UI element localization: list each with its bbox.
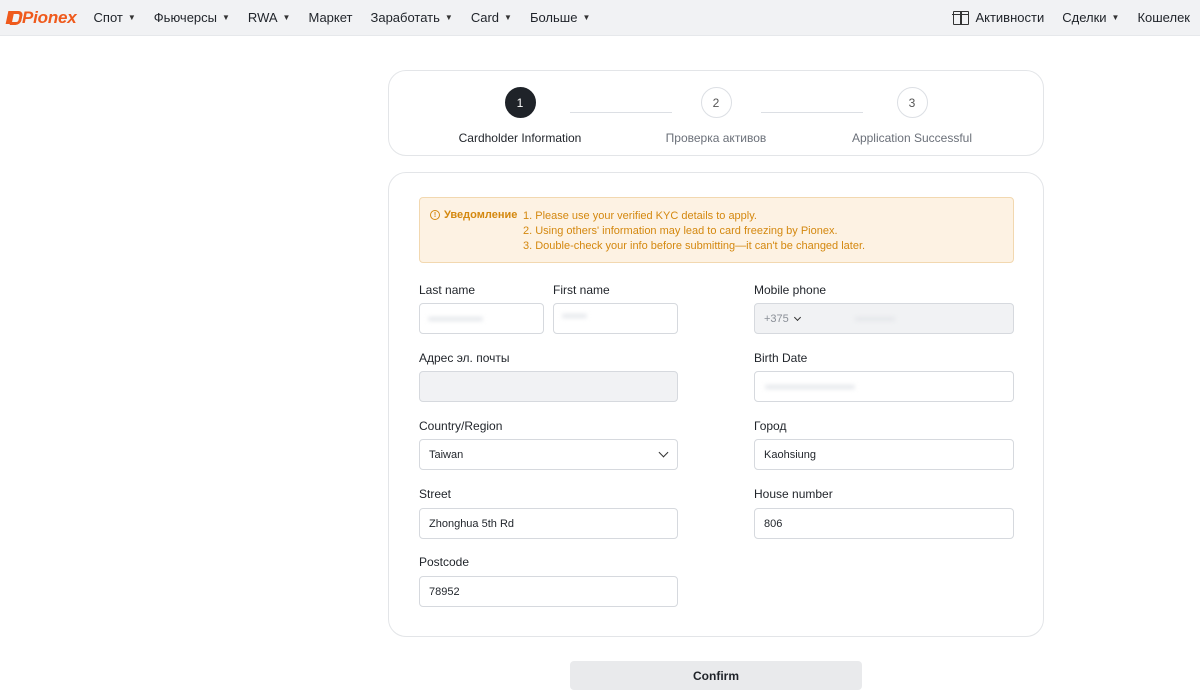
redacted-value xyxy=(855,317,895,321)
country-code-value: +375 xyxy=(764,312,789,325)
notice-lines: 1. Please use your verified KYC details … xyxy=(523,209,865,254)
country-value: Taiwan xyxy=(429,448,464,461)
caret-down-icon: ▼ xyxy=(444,13,453,22)
confirm-button[interactable]: Confirm xyxy=(570,661,862,690)
step-label: Application Successful xyxy=(851,131,973,145)
caret-down-icon: ▼ xyxy=(127,13,136,22)
country-code-select[interactable]: +375 xyxy=(764,312,801,325)
step-1: 1 Cardholder Information xyxy=(420,87,620,145)
nav-item-label: Сделки xyxy=(1062,10,1107,25)
nav-item-earn[interactable]: Заработать ▼ xyxy=(362,0,462,36)
notice-line: 1. Please use your verified KYC details … xyxy=(523,210,757,222)
pionex-logo-icon xyxy=(7,11,19,24)
nav-item-label: Маркет xyxy=(308,10,353,25)
city-input[interactable]: Kaohsiung xyxy=(754,439,1014,470)
caret-down-icon: ▼ xyxy=(582,13,591,22)
birth-date-label: Birth Date xyxy=(754,351,808,365)
brand-name: Pionex xyxy=(22,7,77,27)
nav-item-more[interactable]: Больше ▼ xyxy=(521,0,599,36)
nav-menu-right: Активности Сделки ▼ Кошелек xyxy=(944,0,1190,36)
notice-line: 3. Double-check your info before submitt… xyxy=(523,240,866,252)
info-icon: ! xyxy=(430,210,440,220)
nav-item-label: RWA xyxy=(247,10,278,25)
postcode-label: Postcode xyxy=(419,555,470,569)
nav-item-label: Активности xyxy=(975,10,1045,25)
step-label: Проверка активов xyxy=(665,131,767,145)
city-label: Город xyxy=(754,419,787,433)
cardholder-form: ! Уведомление 1. Please use your verifie… xyxy=(388,172,1044,637)
email-input[interactable] xyxy=(419,371,678,402)
first-name-input[interactable] xyxy=(553,303,678,334)
nav-item-label: Спот xyxy=(93,10,123,25)
steps-progress: 1 Cardholder Information 2 Проверка акти… xyxy=(388,70,1044,156)
notice-title-text: Уведомление xyxy=(444,209,518,221)
gift-icon xyxy=(952,10,970,25)
last-name-label: Last name xyxy=(419,283,476,297)
house-number-label: House number xyxy=(754,487,833,501)
nav-item-futures[interactable]: Фьючерсы ▼ xyxy=(145,0,239,36)
nav-item-label: Card xyxy=(470,10,500,25)
street-value: Zhonghua 5th Rd xyxy=(429,517,515,530)
caret-down-icon: ▼ xyxy=(504,13,512,22)
redacted-value xyxy=(765,385,855,389)
house-number-input[interactable]: 806 xyxy=(754,508,1014,539)
redacted-value xyxy=(562,314,587,318)
step-number: 2 xyxy=(700,87,732,118)
step-number: 1 xyxy=(504,87,536,118)
notice-line: 2. Using others' information may lead to… xyxy=(523,225,838,237)
country-label: Country/Region xyxy=(419,419,503,433)
first-name-label: First name xyxy=(553,283,610,297)
nav-item-label: Кошелек xyxy=(1137,10,1190,25)
birth-date-input[interactable] xyxy=(754,371,1014,402)
step-2: 2 Проверка активов xyxy=(616,87,816,145)
email-label: Адрес эл. почты xyxy=(419,351,510,365)
last-name-input[interactable] xyxy=(419,303,544,334)
chevron-down-icon xyxy=(658,447,669,458)
country-select[interactable]: Taiwan xyxy=(419,439,678,470)
nav-item-trades[interactable]: Сделки ▼ xyxy=(1053,0,1128,36)
nav-item-activities[interactable]: Активности xyxy=(944,0,1053,36)
postcode-value: 78952 xyxy=(429,585,460,598)
caret-down-icon: ▼ xyxy=(282,13,291,22)
caret-down-icon: ▼ xyxy=(1111,13,1120,22)
pionex-logo[interactable]: Pionex xyxy=(7,8,77,28)
step-3: 3 Application Successful xyxy=(812,87,1012,145)
step-number: 3 xyxy=(896,87,928,118)
nav-item-card[interactable]: Card ▼ xyxy=(462,0,521,36)
notice-box: ! Уведомление 1. Please use your verifie… xyxy=(419,197,1014,263)
nav-item-wallet[interactable]: Кошелек xyxy=(1128,0,1190,36)
nav-item-label: Фьючерсы xyxy=(153,10,217,25)
chevron-down-icon xyxy=(793,313,801,321)
step-label: Cardholder Information xyxy=(458,131,582,145)
nav-item-label: Заработать xyxy=(370,10,440,25)
nav-item-rwa[interactable]: RWA ▼ xyxy=(239,0,300,36)
top-nav: Pionex Спот ▼ Фьючерсы ▼ RWA ▼ Маркет Зараб… xyxy=(0,0,1200,36)
mobile-phone-input[interactable]: +375 xyxy=(754,303,1014,334)
city-value: Kaohsiung xyxy=(764,448,816,461)
nav-item-spot[interactable]: Спот ▼ xyxy=(85,0,145,36)
house-number-value: 806 xyxy=(764,517,783,530)
street-label: Street xyxy=(419,487,452,501)
nav-item-label: Больше xyxy=(529,10,578,25)
caret-down-icon: ▼ xyxy=(222,13,230,22)
street-input[interactable]: Zhonghua 5th Rd xyxy=(419,508,678,539)
notice-title: ! Уведомление xyxy=(430,209,517,221)
nav-menu-left: Спот ▼ Фьючерсы ▼ RWA ▼ Маркет Заработать ▼ … xyxy=(85,0,600,36)
postcode-input[interactable]: 78952 xyxy=(419,576,678,607)
redacted-value xyxy=(428,317,483,321)
nav-item-market[interactable]: Маркет xyxy=(299,0,361,36)
mobile-phone-label: Mobile phone xyxy=(754,283,827,297)
